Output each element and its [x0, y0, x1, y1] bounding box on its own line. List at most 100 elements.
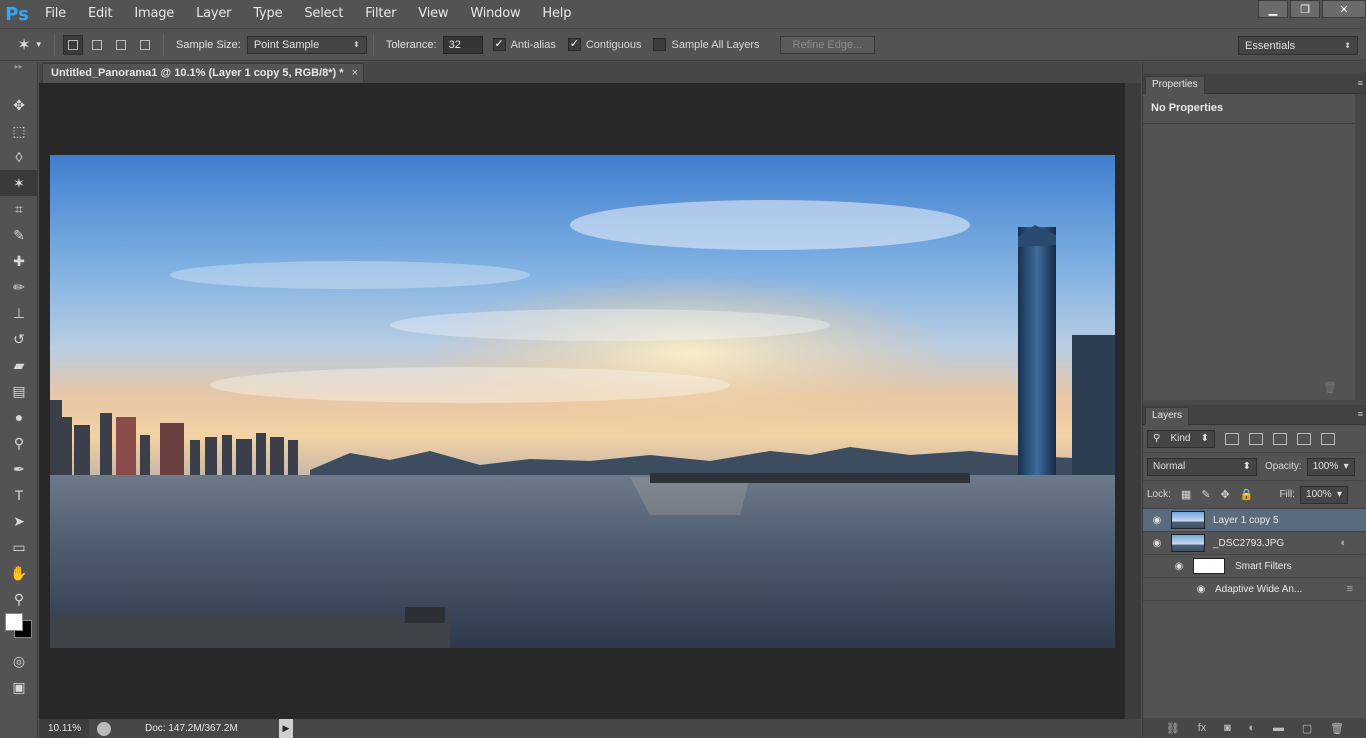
layer-thumbnail: [1171, 534, 1205, 552]
filter-type-icon[interactable]: [1273, 432, 1287, 445]
menu-filter[interactable]: Filter: [354, 0, 407, 28]
eraser-tool[interactable]: ▰: [0, 352, 38, 378]
blur-tool[interactable]: ●: [0, 404, 38, 430]
kind-filter-dropdown[interactable]: ⚲ Kind ⬍: [1147, 429, 1215, 448]
fx-icon[interactable]: fx: [1198, 722, 1207, 734]
folder-icon[interactable]: ▬: [1273, 722, 1284, 734]
eye-icon[interactable]: ◉: [1143, 515, 1171, 526]
properties-scrollbar[interactable]: [1355, 94, 1366, 400]
sample-size-dropdown[interactable]: Point Sample ⬍: [246, 35, 367, 54]
properties-tab[interactable]: Properties: [1145, 76, 1205, 94]
trash-icon[interactable]: 🗑: [1323, 381, 1337, 394]
crop-tool[interactable]: ⌗: [0, 196, 38, 222]
lock-move-icon[interactable]: ✥: [1221, 488, 1230, 501]
close-icon[interactable]: ×: [352, 64, 358, 82]
refine-edge-button[interactable]: Refine Edge...: [779, 35, 876, 54]
layer-row[interactable]: ◉ Smart Filters: [1143, 555, 1366, 578]
menu-image[interactable]: Image: [123, 0, 185, 28]
eye-icon[interactable]: ◉: [1165, 561, 1193, 572]
shape-tool[interactable]: ▭: [0, 534, 38, 560]
subtract-selection-icon: [116, 39, 126, 50]
healing-brush-tool[interactable]: ✚: [0, 248, 38, 274]
quick-mask-button[interactable]: ◎: [0, 648, 38, 674]
document-tab[interactable]: Untitled_Panorama1 @ 10.1% (Layer 1 copy…: [42, 63, 364, 83]
add-selection-icon: [92, 39, 102, 50]
foreground-color-swatch[interactable]: [5, 613, 23, 631]
properties-panel: Properties ≡ No Properties 🗑: [1143, 74, 1366, 400]
gradient-tool[interactable]: ▤: [0, 378, 38, 404]
document-info-icon[interactable]: [97, 721, 111, 736]
workspace-dropdown[interactable]: Essentials ⬍: [1238, 36, 1358, 55]
status-menu-arrow-icon[interactable]: ▶: [279, 719, 293, 738]
minimize-button[interactable]: ▁: [1258, 0, 1288, 18]
layer-name: Adaptive Wide An...: [1215, 583, 1303, 595]
contiguous-checkbox[interactable]: ✓ Contiguous: [567, 38, 641, 51]
eyedropper-tool[interactable]: ✎: [0, 222, 38, 248]
search-icon: ⚲: [1153, 433, 1161, 444]
zoom-tool[interactable]: ⚲: [0, 586, 38, 612]
layer-row[interactable]: ◉ Adaptive Wide An... ≡: [1143, 578, 1366, 601]
lock-brush-icon[interactable]: ✎: [1201, 488, 1210, 501]
magic-wand-tool[interactable]: ✶: [0, 170, 38, 196]
filter-shape-icon[interactable]: [1297, 432, 1311, 445]
menu-view[interactable]: View: [407, 0, 459, 28]
move-tool[interactable]: ✥: [0, 92, 38, 118]
separator: [163, 33, 164, 56]
lock-transparent-icon[interactable]: ▦: [1181, 488, 1191, 501]
path-selection-tool[interactable]: ➤: [0, 508, 38, 534]
vertical-scrollbar[interactable]: [1125, 83, 1141, 719]
close-button[interactable]: ✕: [1322, 0, 1366, 18]
panel-menu-icon[interactable]: ≡: [1358, 409, 1363, 419]
filter-smart-object-icon[interactable]: [1321, 432, 1335, 445]
trash-icon[interactable]: 🗑: [1330, 722, 1344, 735]
anti-alias-checkbox[interactable]: ✓ Anti-alias: [492, 38, 556, 51]
eye-icon[interactable]: ◉: [1187, 584, 1215, 595]
menu-file[interactable]: File: [34, 0, 77, 28]
menu-edit[interactable]: Edit: [77, 0, 123, 28]
add-to-selection-button[interactable]: [87, 35, 107, 55]
clone-stamp-tool[interactable]: ⊥: [0, 300, 38, 326]
new-selection-button[interactable]: [63, 34, 83, 55]
panel-menu-icon[interactable]: ≡: [1358, 78, 1363, 88]
layer-row[interactable]: ◉ _DSC2793.JPG ◐: [1143, 532, 1366, 555]
tool-preset-picker[interactable]: ✶ ▼: [12, 33, 48, 57]
layers-tab[interactable]: Layers: [1145, 407, 1190, 425]
intersect-selection-button[interactable]: [135, 35, 155, 55]
menu-type[interactable]: Type: [242, 0, 293, 28]
sample-all-layers-checkbox[interactable]: Sample All Layers: [653, 38, 760, 51]
fill-input[interactable]: 100% ▾: [1300, 485, 1349, 504]
dodge-tool[interactable]: ⚲: [0, 430, 38, 456]
menu-select[interactable]: Select: [293, 0, 354, 28]
lasso-tool[interactable]: ◊: [0, 144, 38, 170]
filter-pixel-icon[interactable]: [1225, 432, 1239, 445]
subtract-selection-button[interactable]: [111, 35, 131, 55]
opacity-input[interactable]: 100% ▾: [1306, 457, 1355, 476]
lock-all-icon[interactable]: 🔒: [1240, 488, 1254, 501]
fill-label: Fill:: [1279, 489, 1296, 500]
hand-tool[interactable]: ✋: [0, 560, 38, 586]
eye-icon[interactable]: ◉: [1143, 538, 1171, 549]
history-brush-tool[interactable]: ↺: [0, 326, 38, 352]
brush-tool[interactable]: ✏: [0, 274, 38, 300]
blend-mode-dropdown[interactable]: Normal ⬍: [1147, 457, 1257, 476]
add-mask-icon[interactable]: ◙: [1224, 722, 1231, 734]
restore-button[interactable]: ❐: [1290, 0, 1320, 18]
filter-adjustment-icon[interactable]: [1249, 432, 1263, 445]
pen-tool[interactable]: ✒: [0, 456, 38, 482]
new-selection-icon: [68, 39, 78, 50]
menu-window[interactable]: Window: [459, 0, 531, 28]
zoom-level-input[interactable]: 10.11%: [39, 719, 89, 738]
panel-grip[interactable]: ▸▸: [0, 62, 37, 72]
panorama-photo[interactable]: [50, 155, 1115, 648]
filter-options-icon[interactable]: ≡: [1347, 583, 1353, 595]
new-layer-icon[interactable]: ▢: [1302, 722, 1312, 735]
link-layers-icon[interactable]: ⛓: [1166, 722, 1180, 735]
type-tool[interactable]: T: [0, 482, 38, 508]
layer-row[interactable]: ◉ Layer 1 copy 5: [1143, 509, 1366, 532]
menu-layer[interactable]: Layer: [185, 0, 242, 28]
adjustment-layer-icon[interactable]: ◐: [1249, 722, 1256, 734]
menu-help[interactable]: Help: [531, 0, 582, 28]
tolerance-input[interactable]: 32: [442, 35, 483, 54]
screen-mode-button[interactable]: ▣: [0, 674, 38, 700]
marquee-tool[interactable]: ⬚: [0, 118, 38, 144]
